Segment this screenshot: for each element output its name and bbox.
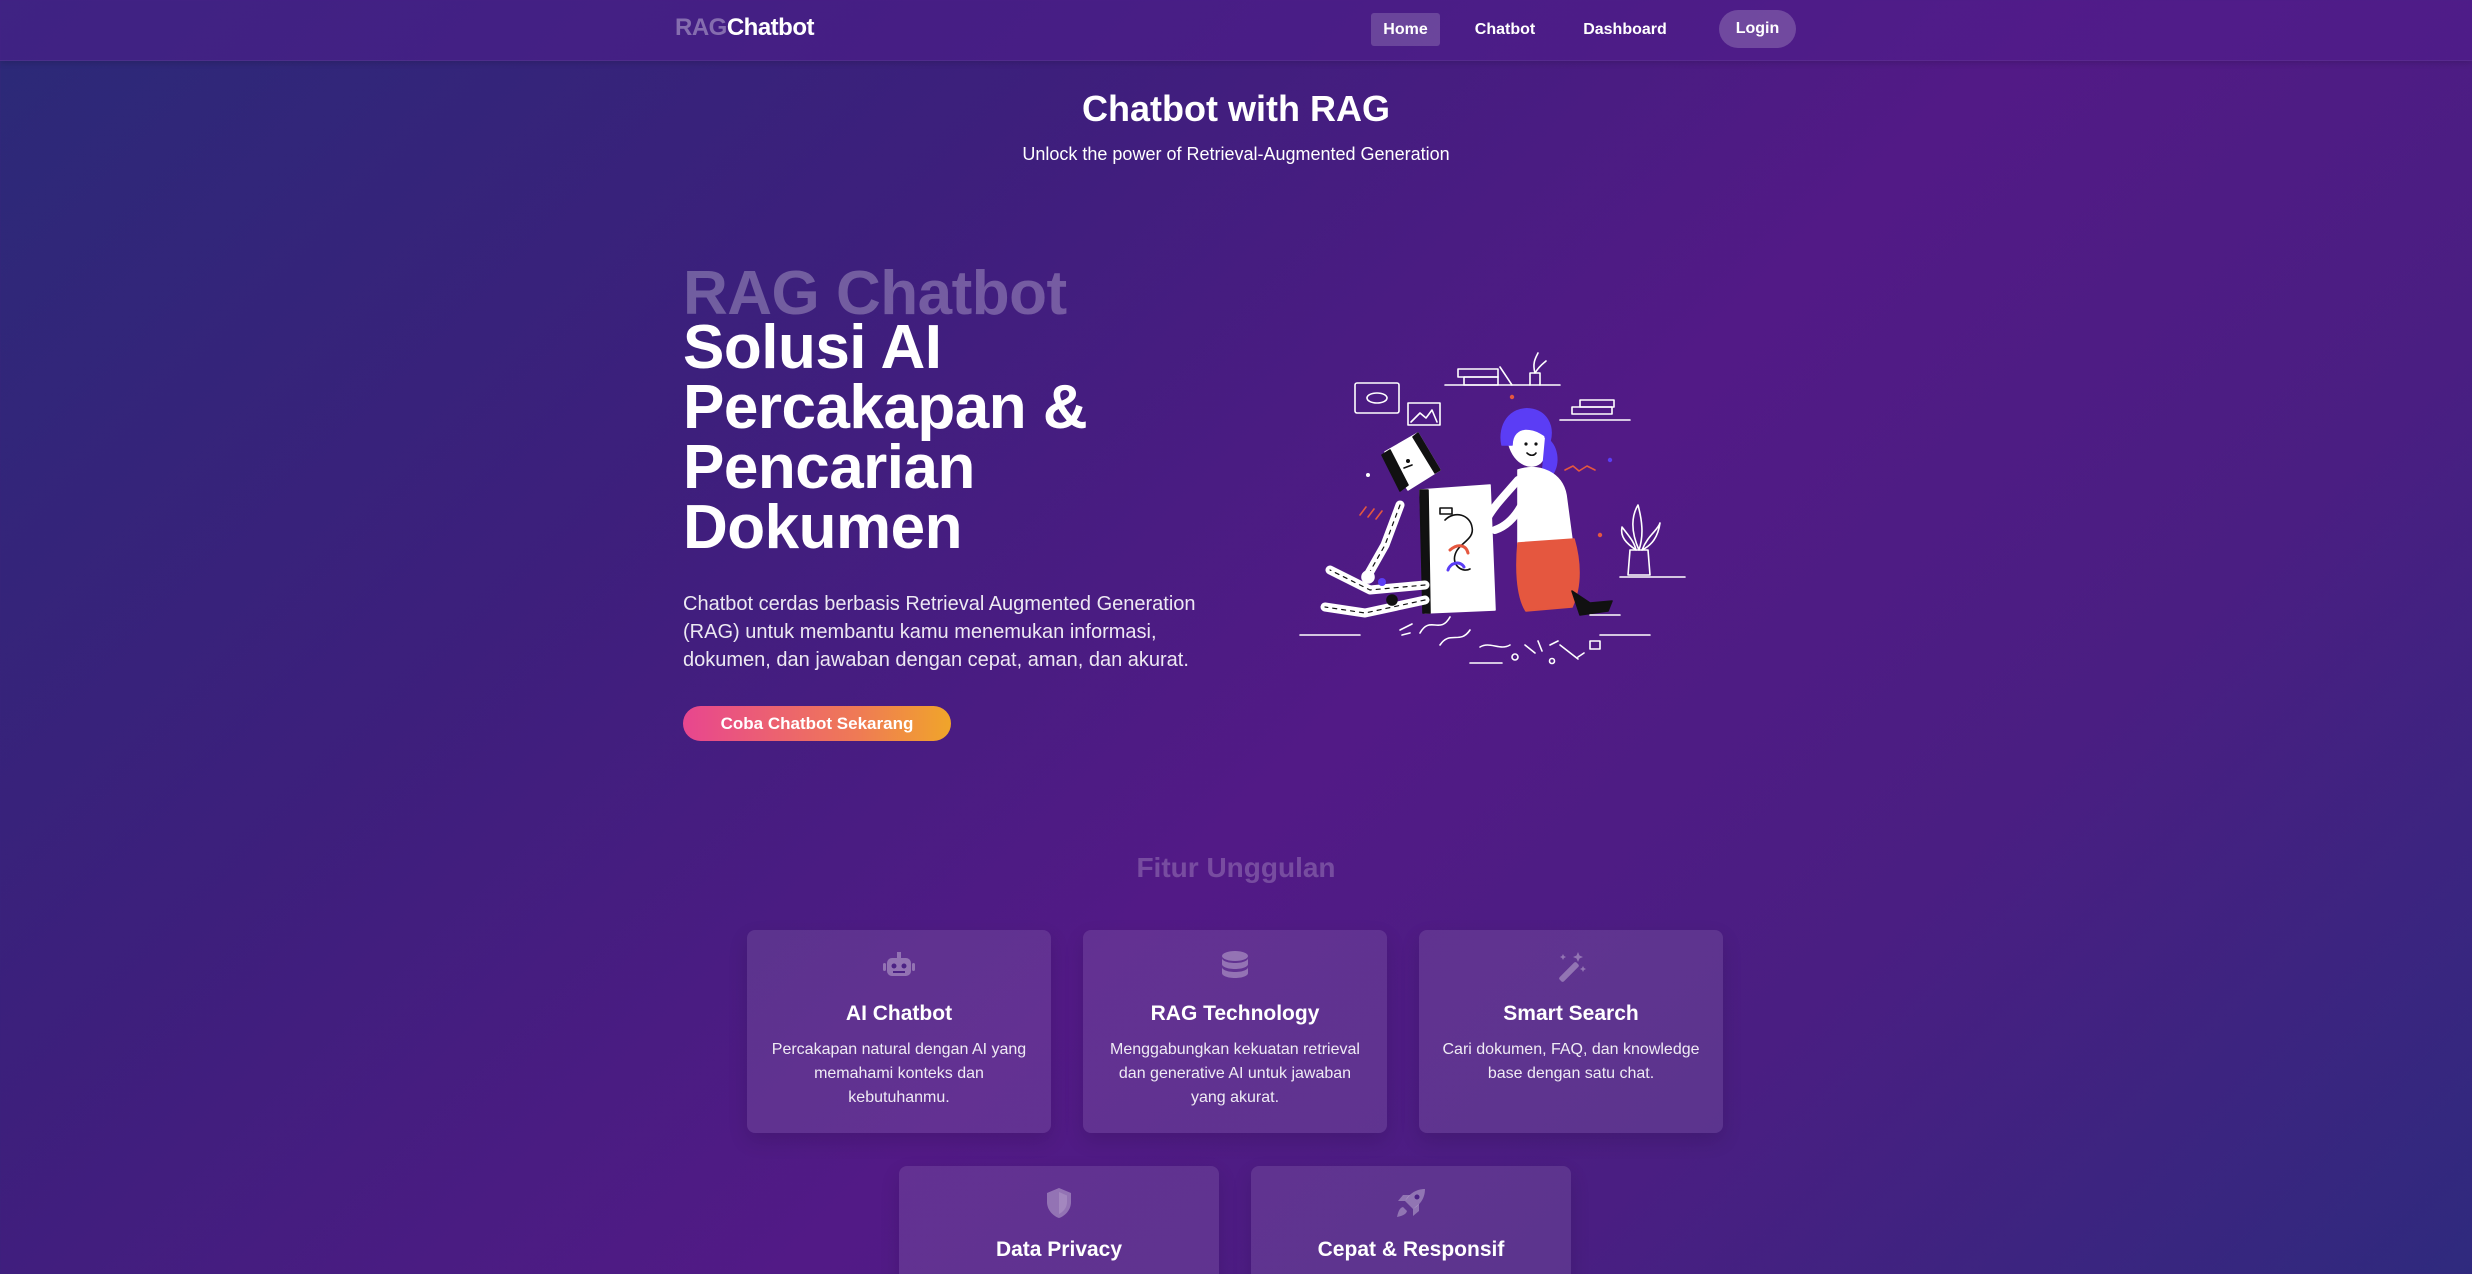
feature-card-rag-technology: RAG Technology Menggabungkan kekuatan re…	[1083, 930, 1387, 1133]
feature-description: Cari dokumen, FAQ, dan knowledge base de…	[1442, 1041, 1700, 1082]
nav-chatbot-link[interactable]: Chatbot	[1470, 13, 1540, 46]
hero-description: Chatbot cerdas berbasis Retrieval Augmen…	[683, 593, 1196, 671]
feature-card-ai-chatbot: AI Chatbot Percakapan natural dengan AI …	[747, 930, 1051, 1133]
feature-description: Percakapan natural dengan AI yang memaha…	[771, 1041, 1027, 1106]
magic-wand-icon	[1419, 950, 1723, 984]
feature-title: Cepat & Responsif	[1317, 1238, 1505, 1261]
rocket-icon	[1251, 1186, 1571, 1220]
robot-icon	[747, 950, 1051, 984]
features-title: Fitur Unggulan	[1136, 852, 1336, 883]
nav-home-link[interactable]: Home	[1371, 13, 1440, 46]
feature-card-smart-search: Smart Search Cari dokumen, FAQ, dan know…	[1419, 930, 1723, 1133]
feature-card-data-privacy: Data Privacy	[899, 1166, 1219, 1274]
feature-title: RAG Technology	[1150, 1002, 1320, 1025]
feature-title: Data Privacy	[995, 1238, 1123, 1261]
feature-description: Menggabungkan kekuatan retrieval dan gen…	[1110, 1041, 1360, 1106]
nav-dashboard-link[interactable]: Dashboard	[1578, 13, 1672, 46]
page-title: Chatbot with RAG	[1082, 88, 1390, 129]
try-chatbot-button[interactable]: Coba Chatbot Sekarang	[683, 706, 951, 741]
page-subtitle: Unlock the power of Retrieval-Augmented …	[1022, 144, 1450, 164]
hero-illustration	[1299, 352, 1686, 665]
brand-logo[interactable]: RAGChatbot	[675, 14, 815, 42]
feature-card-fast-responsive: Cepat & Responsif	[1251, 1166, 1571, 1274]
brand-suffix: Chatbot	[726, 14, 815, 41]
brand-prefix: RAG	[675, 14, 727, 41]
shield-icon	[899, 1186, 1219, 1220]
navbar: RAGChatbot Home Chatbot Dashboard Login	[0, 0, 2472, 61]
database-icon	[1083, 950, 1387, 984]
feature-title: AI Chatbot	[845, 1002, 953, 1025]
login-button[interactable]: Login	[1719, 10, 1796, 48]
hero-title: Solusi AI Percakapan & Pencarian Dokumen	[683, 313, 1088, 562]
feature-title: Smart Search	[1503, 1002, 1639, 1025]
